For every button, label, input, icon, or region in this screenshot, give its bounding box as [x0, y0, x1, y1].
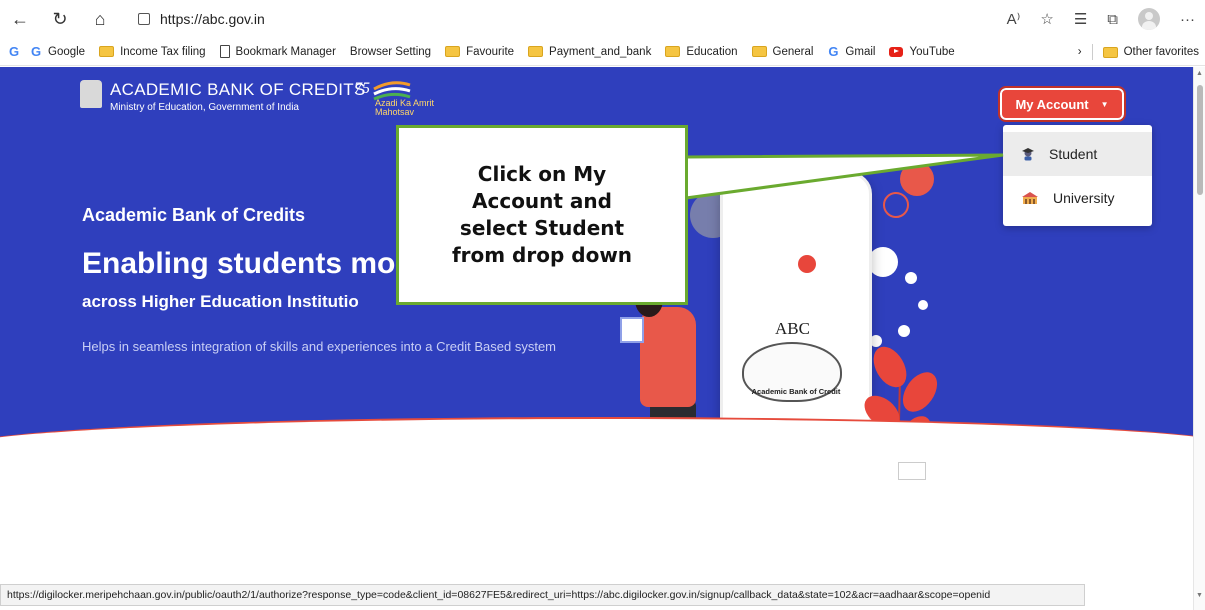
folder-icon	[99, 46, 115, 57]
bookmark-label: General	[772, 45, 814, 58]
hero-heading-sub: across Higher Education Institutio	[82, 292, 359, 311]
google-icon: G	[30, 44, 42, 59]
read-aloud-icon[interactable]: A⁾	[1007, 10, 1021, 28]
hero-wave	[0, 417, 1193, 482]
bookmarks-overflow: › Other favorites	[1078, 38, 1199, 66]
scroll-up-icon[interactable]: ▲	[1196, 70, 1203, 77]
collections-icon[interactable]: ⧉	[1107, 11, 1118, 28]
bookmark-browser-setting[interactable]: Browser Setting	[350, 46, 431, 58]
bookmark-label: Favourite	[466, 45, 515, 58]
more-menu-icon[interactable]: ···	[1180, 11, 1195, 28]
add-favorite-icon[interactable]: ☆	[1040, 10, 1053, 28]
menu-item-university[interactable]: University	[1003, 176, 1152, 220]
bookmark-list: G Google Income Tax filing Bookmark Manager…	[30, 44, 969, 59]
menu-item-student[interactable]: Student	[1003, 132, 1152, 176]
decor-dot	[868, 247, 898, 277]
site-logo-title[interactable]: ACADEMIC BANK OF CREDITS	[110, 80, 366, 100]
scroll-down-icon[interactable]: ▼	[1196, 592, 1203, 599]
phone-card-text: Academic Bank of Credit	[751, 387, 841, 396]
back-arrow-icon[interactable]: ←	[0, 3, 40, 35]
bookmark-education[interactable]: Education	[665, 45, 738, 58]
bookmarks-bar: G G Google Income Tax filing Bookmark Manag…	[0, 38, 1205, 66]
gear-icon	[900, 162, 934, 196]
address-bar: ← ↻ ⌂ https://abc.gov.in A⁾ ☆ ☰ ⧉ ···	[0, 0, 1205, 38]
status-bar-url: https://digilocker.meripehchaan.gov.in/p…	[0, 584, 1085, 606]
caret-down-icon: ▼	[1100, 99, 1109, 109]
bookmark-favourite[interactable]: Favourite	[445, 46, 514, 58]
decor-dot	[898, 325, 910, 337]
scroll-thumb[interactable]	[1197, 85, 1203, 195]
menu-item-label: University	[1053, 190, 1115, 206]
bookmark-label: Bookmark Manager	[235, 45, 336, 58]
bookmark-youtube[interactable]: YouTube	[889, 45, 955, 58]
hero-subheading: Academic Bank of Credits	[82, 205, 306, 225]
folder-icon	[528, 46, 544, 57]
bookmark-payment-and-bank[interactable]: Payment_and_bank	[528, 46, 651, 58]
bookmark-google[interactable]: G Google	[30, 44, 85, 59]
bookmark-gmail[interactable]: G Gmail	[827, 44, 875, 59]
bookmark-label: Payment_and_bank	[549, 45, 652, 58]
person-body	[640, 307, 696, 407]
google-icon: G	[8, 44, 20, 59]
bookmark-label: Education	[686, 45, 738, 58]
bookmark-label: Income Tax filing	[120, 45, 206, 58]
notification-dot	[798, 255, 816, 273]
bookmark-label: Other favorites	[1123, 46, 1199, 58]
youtube-icon	[889, 46, 904, 57]
favorites-icon[interactable]: ☰	[1074, 10, 1087, 28]
azadi-text: Azadi Ka Amrit Mahotsav	[375, 98, 435, 117]
bookmark-general[interactable]: General	[751, 45, 814, 58]
hero-description: Helps in seamless integration of skills …	[82, 339, 557, 354]
folder-icon	[751, 46, 767, 57]
bookmark-label: Browser Setting	[349, 45, 432, 58]
profile-icon[interactable]	[1138, 8, 1160, 30]
bookmark-label: YouTube	[909, 45, 955, 58]
document-icon	[219, 45, 230, 58]
account-dropdown-menu: Student University	[1003, 125, 1152, 226]
page-scrollbar[interactable]: ▲ ▼	[1193, 67, 1205, 610]
white-card-illustration	[620, 317, 644, 343]
folder-icon	[1102, 46, 1118, 58]
browser-window: ← ↻ ⌂ https://abc.gov.in A⁾ ☆ ☰ ⧉ ··· G …	[0, 0, 1205, 610]
browser-toolbar-icons: A⁾ ☆ ☰ ⧉ ···	[1007, 0, 1195, 38]
gear-icon	[883, 192, 909, 218]
national-emblem-icon	[80, 80, 102, 108]
instruction-callout: Click on My Account and select Student f…	[396, 125, 688, 305]
bookmark-label: Google	[48, 45, 86, 58]
folder-icon	[665, 46, 681, 57]
my-account-button[interactable]: My Account ▼	[998, 86, 1126, 122]
bookmark-label: Gmail	[845, 45, 876, 58]
google-icon: G	[828, 44, 839, 59]
menu-item-label: Student	[1049, 146, 1098, 162]
refresh-icon[interactable]: ↻	[40, 3, 80, 35]
bookmark-other-favorites[interactable]: Other favorites	[1102, 46, 1199, 58]
url-field[interactable]: https://abc.gov.in	[160, 11, 265, 27]
folder-icon	[445, 46, 461, 57]
university-icon	[1022, 192, 1038, 204]
home-icon[interactable]: ⌂	[80, 3, 120, 35]
svg-text:75: 75	[354, 80, 370, 97]
student-icon	[1022, 148, 1034, 161]
site-logo-subtitle: Ministry of Education, Government of Ind…	[110, 102, 299, 113]
divider	[1091, 44, 1093, 60]
decor-dot	[905, 272, 917, 284]
bookmark-bookmark-manager[interactable]: Bookmark Manager	[219, 45, 336, 58]
hero-heading: Enabling students mob	[82, 247, 414, 280]
lock-icon	[138, 13, 150, 25]
bookmark-income-tax-filing[interactable]: Income Tax filing	[99, 45, 206, 58]
plant-pot	[898, 462, 926, 480]
chevron-right-icon[interactable]: ›	[1078, 46, 1082, 58]
callout-text: Click on My Account and select Student f…	[451, 162, 633, 267]
my-account-label: My Account	[1015, 96, 1089, 112]
decor-dot	[918, 300, 928, 310]
piggy-bank-label: ABC	[775, 319, 810, 338]
